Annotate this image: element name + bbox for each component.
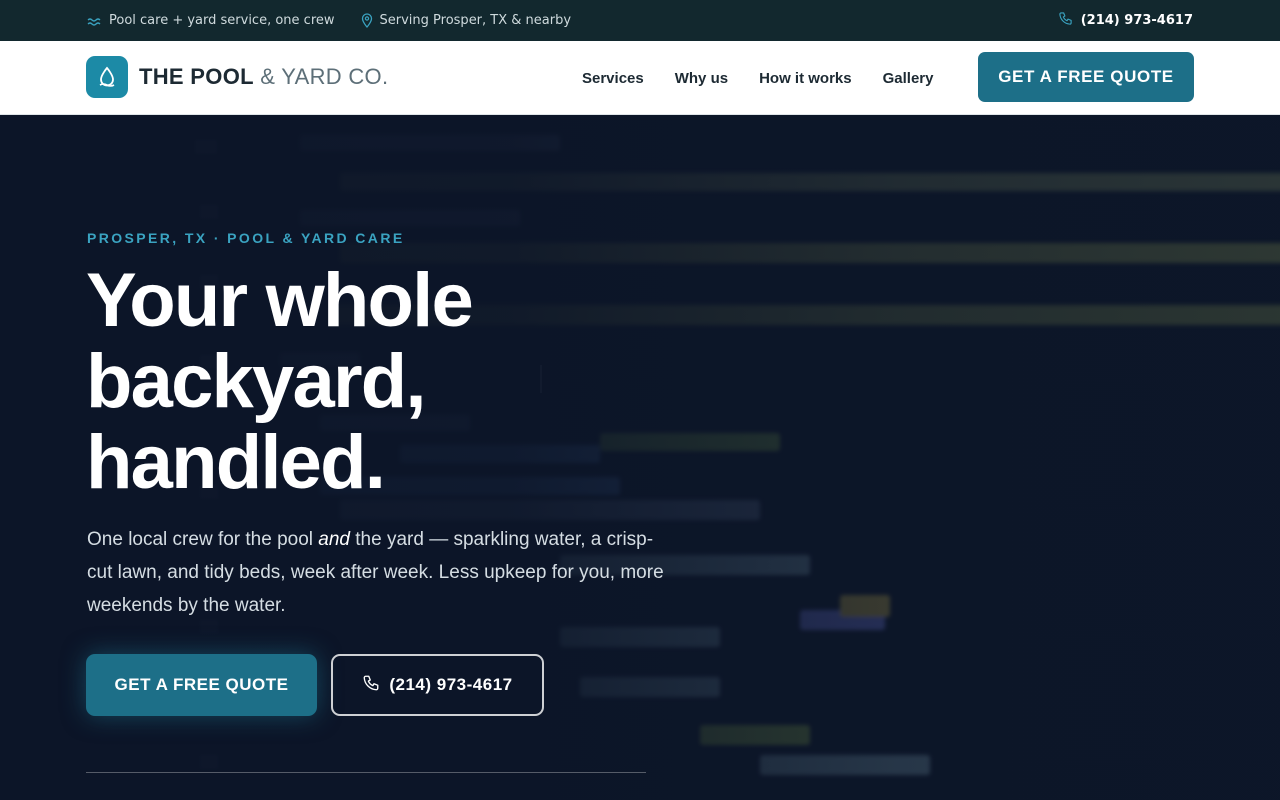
phone-icon [362,674,380,697]
hero-call-button[interactable]: (214) 973-4617 [331,654,544,716]
top-phone-number: (214) 973-4617 [1080,13,1193,28]
top-bar: Pool care + yard service, one crew Servi… [0,0,1280,41]
top-phone-link[interactable]: (214) 973-4617 [1058,0,1193,41]
hero-quote-button[interactable]: GET A FREE QUOTE [86,654,317,716]
phone-icon [1058,11,1073,30]
nav-why-us[interactable]: Why us [675,70,728,87]
hero-headline-line-1: Your whole [86,258,474,343]
brand-name-light: & YARD CO. [260,64,389,89]
nav-gallery[interactable]: Gallery [883,70,934,87]
nav-services[interactable]: Services [582,70,644,87]
hero-subcopy-emphasis: and [318,529,350,550]
hero-headline: Your whole backyard, handled. [86,260,646,503]
site-header: THE POOL & YARD CO. Services Why us How … [0,41,1280,115]
map-pin-icon [361,13,373,28]
hero-section: PROSPER, TX · POOL & YARD CARE Your whol… [0,115,1280,800]
location-text: Serving Prosper, TX & nearby [379,13,572,28]
brand-name-strong: THE POOL [139,64,254,89]
nav-how-it-works[interactable]: How it works [759,70,852,87]
brand-logo[interactable]: THE POOL & YARD CO. [86,56,388,98]
header-quote-button[interactable]: GET A FREE QUOTE [978,52,1194,102]
top-bar-info: Pool care + yard service, one crew Servi… [87,0,571,41]
hero-divider [86,772,646,773]
brand-name: THE POOL & YARD CO. [139,64,388,90]
waves-icon [87,15,102,27]
tagline-item: Pool care + yard service, one crew [87,13,335,28]
hero-headline-line-3: handled. [86,420,386,505]
tagline-text: Pool care + yard service, one crew [109,13,335,28]
water-drop-icon [86,56,128,98]
hero-headline-line-2: backyard, [86,339,426,424]
hero-subcopy: One local crew for the pool and the yard… [87,523,667,622]
hero-subcopy-part-1: One local crew for the pool [87,529,319,550]
hero-call-number: (214) 973-4617 [389,675,513,694]
main-nav: Services Why us How it works Gallery [582,41,933,115]
location-item: Serving Prosper, TX & nearby [361,13,572,28]
hero-eyebrow: PROSPER, TX · POOL & YARD CARE [87,230,405,246]
